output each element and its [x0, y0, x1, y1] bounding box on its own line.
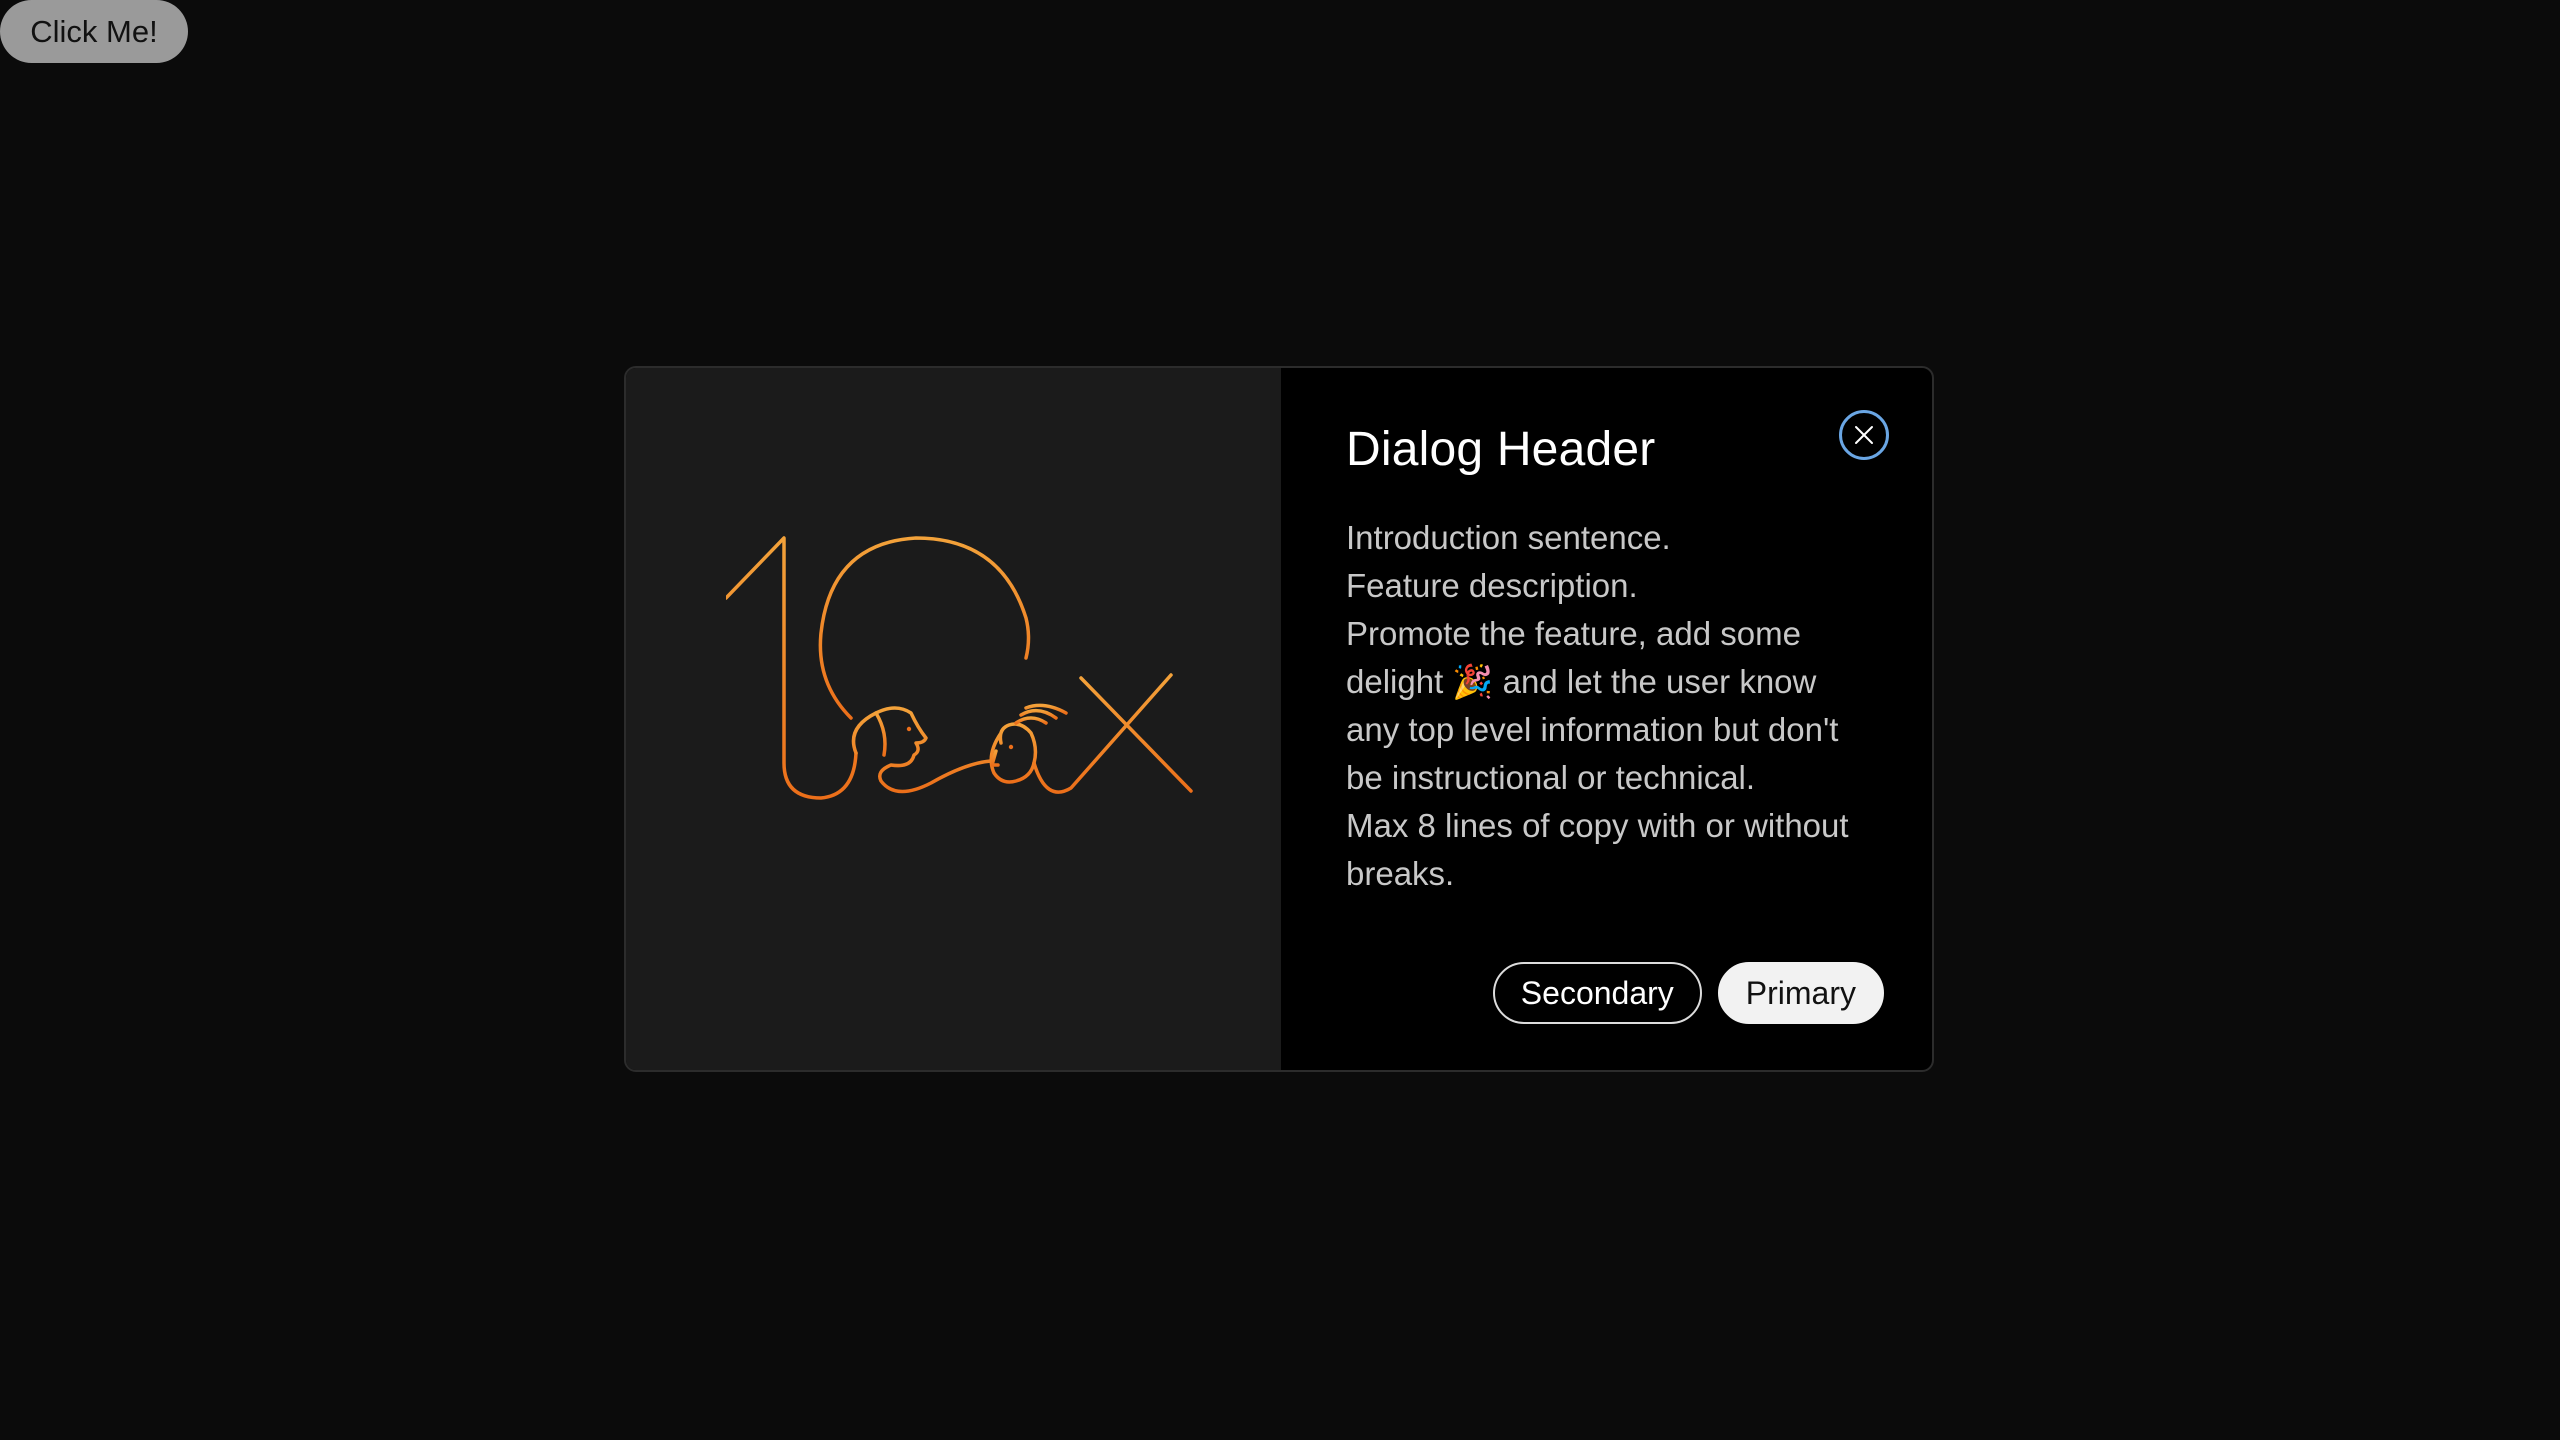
body-max-lines: Max 8 lines of copy with or without brea…	[1346, 807, 1849, 892]
dialog-illustration-panel	[626, 368, 1281, 1070]
body-intro: Introduction sentence.	[1346, 519, 1671, 556]
primary-button[interactable]: Primary	[1717, 962, 1884, 1024]
body-promote: Promote the feature, add some delight 🎉 …	[1346, 615, 1839, 796]
dialog-content: Dialog Header Introduction sentence. Fea…	[1281, 368, 1932, 1070]
dialog-actions: Secondary Primary	[1492, 962, 1884, 1024]
click-me-button[interactable]: Click Me!	[0, 0, 188, 63]
close-icon	[1855, 426, 1873, 444]
dialog-body: Introduction sentence. Feature descripti…	[1346, 514, 1856, 898]
dialog-title: Dialog Header	[1346, 423, 1656, 476]
ten-x-illustration	[726, 536, 1193, 800]
feature-dialog: Dialog Header Introduction sentence. Fea…	[624, 366, 1934, 1072]
secondary-button[interactable]: Secondary	[1492, 962, 1702, 1024]
body-feature: Feature description.	[1346, 567, 1638, 604]
close-button[interactable]	[1839, 410, 1889, 460]
